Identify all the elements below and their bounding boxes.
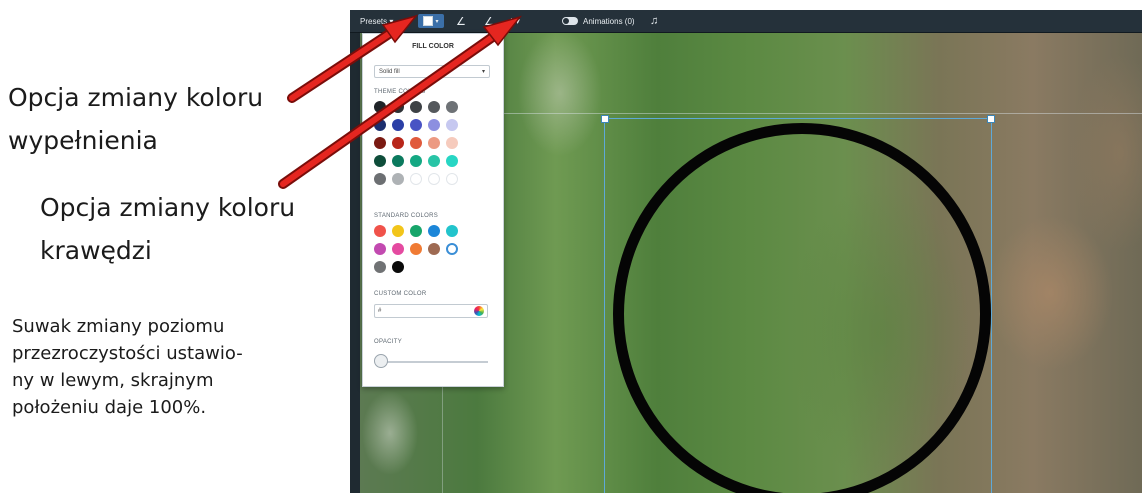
custom-color-value: # xyxy=(378,308,382,314)
animations-toggle[interactable]: Animations (0) xyxy=(562,14,635,28)
standard-color-swatch[interactable] xyxy=(392,225,404,237)
standard-color-swatch[interactable] xyxy=(374,243,386,255)
theme-color-swatch[interactable] xyxy=(374,101,386,113)
shape-toolbar: Presets ▾ ▾ ∠ ∠ ⁝ ▾ Animations (0) ♫ xyxy=(350,10,1142,33)
callout-line: Opcja zmiany koloru xyxy=(40,193,296,222)
note-line: Suwak zmiany poziomu xyxy=(12,316,225,337)
note-line: ny w lewym, skrajnym xyxy=(12,370,214,391)
audio-button[interactable]: ♫ xyxy=(650,14,658,28)
opacity-slider-thumb[interactable] xyxy=(374,354,388,368)
standard-color-swatch[interactable] xyxy=(410,225,422,237)
theme-color-swatch[interactable] xyxy=(428,119,440,131)
theme-color-swatch[interactable] xyxy=(410,101,422,113)
chevron-down-icon: ▾ xyxy=(481,69,485,75)
theme-color-swatch[interactable] xyxy=(410,155,422,167)
fill-type-select[interactable]: Solid fill ▾ xyxy=(374,65,490,78)
theme-color-swatch[interactable] xyxy=(374,173,386,185)
animations-label: Animations (0) xyxy=(583,16,635,26)
stroke-color-button[interactable]: ∠ xyxy=(456,14,466,28)
stroke-width-button[interactable]: ⁝ ▾ xyxy=(510,14,520,28)
toggle-switch xyxy=(562,17,578,25)
line-style-button[interactable]: ∠ xyxy=(484,14,494,28)
theme-color-swatch[interactable] xyxy=(428,137,440,149)
slide-editor: Presets ▾ ▾ ∠ ∠ ⁝ ▾ Animations (0) ♫ FIL… xyxy=(350,10,1142,493)
panel-title: FILL COLOR xyxy=(412,43,454,50)
theme-color-swatch[interactable] xyxy=(374,119,386,131)
theme-color-swatch[interactable] xyxy=(392,173,404,185)
standard-color-swatch[interactable] xyxy=(374,261,386,273)
presets-dropdown[interactable]: Presets ▾ xyxy=(356,14,397,28)
theme-color-swatch[interactable] xyxy=(446,155,458,167)
theme-color-swatch[interactable] xyxy=(410,137,422,149)
theme-color-grid xyxy=(374,101,460,185)
callout-line: wypełnienia xyxy=(8,126,158,155)
custom-color-label: CUSTOM COLOR xyxy=(374,291,427,297)
standard-color-swatch[interactable] xyxy=(392,261,404,273)
standard-color-swatch[interactable] xyxy=(410,243,422,255)
filled-square-icon xyxy=(423,16,434,26)
theme-color-swatch[interactable] xyxy=(446,119,458,131)
fill-color-panel: FILL COLOR Solid fill ▾ THEME COLORS STA… xyxy=(362,33,504,387)
theme-color-swatch[interactable] xyxy=(428,173,440,185)
theme-color-swatch[interactable] xyxy=(410,173,422,185)
fill-type-value: Solid fill xyxy=(379,68,400,75)
color-wheel-icon[interactable] xyxy=(474,306,484,316)
custom-color-input[interactable]: # xyxy=(374,304,488,318)
chevron-down-icon: ▾ xyxy=(435,18,439,25)
standard-color-swatch[interactable] xyxy=(374,225,386,237)
standard-colors-label: STANDARD COLORS xyxy=(374,213,439,219)
standard-color-swatch[interactable] xyxy=(446,243,458,255)
callout-line: Opcja zmiany koloru xyxy=(8,83,264,112)
circle-shape[interactable] xyxy=(613,123,991,493)
opacity-label: OPACITY xyxy=(374,339,402,345)
opacity-slider-track[interactable] xyxy=(380,361,488,363)
theme-color-swatch[interactable] xyxy=(428,155,440,167)
standard-color-swatch[interactable] xyxy=(428,243,440,255)
resize-handle-top-right[interactable] xyxy=(987,115,995,123)
theme-color-swatch[interactable] xyxy=(410,119,422,131)
standard-color-swatch[interactable] xyxy=(428,225,440,237)
theme-color-swatch[interactable] xyxy=(374,155,386,167)
pen-icon: ∠ xyxy=(456,15,466,28)
theme-color-swatch[interactable] xyxy=(428,101,440,113)
note-line: przezroczystości ustawio- xyxy=(12,343,243,364)
opacity-note: Suwak zmiany poziomu przezroczystości us… xyxy=(12,313,342,421)
standard-color-swatch[interactable] xyxy=(446,225,458,237)
alignment-guide xyxy=(440,113,1142,114)
theme-color-swatch[interactable] xyxy=(392,101,404,113)
theme-colors-label: THEME COLORS xyxy=(374,89,426,95)
theme-color-swatch[interactable] xyxy=(392,137,404,149)
fill-color-callout: Opcja zmiany koloru wypełnienia xyxy=(8,76,263,162)
theme-color-swatch[interactable] xyxy=(446,173,458,185)
standard-color-swatch[interactable] xyxy=(392,243,404,255)
left-edge-strip xyxy=(350,33,360,493)
pen-line-icon: ∠ xyxy=(484,15,494,28)
theme-color-swatch[interactable] xyxy=(392,119,404,131)
fill-color-button[interactable]: ▾ xyxy=(418,14,444,28)
theme-color-swatch[interactable] xyxy=(374,137,386,149)
note-line: położeniu daje 100%. xyxy=(12,397,207,418)
stroke-color-callout: Opcja zmiany koloru krawędzi xyxy=(40,186,295,272)
selected-shape-frame[interactable] xyxy=(601,115,995,493)
theme-color-swatch[interactable] xyxy=(392,155,404,167)
music-note-icon: ♫ xyxy=(650,15,659,27)
theme-color-swatch[interactable] xyxy=(446,101,458,113)
resize-handle-top-left[interactable] xyxy=(601,115,609,123)
callout-line: krawędzi xyxy=(40,236,152,265)
theme-color-swatch[interactable] xyxy=(446,137,458,149)
standard-color-grid xyxy=(374,225,460,273)
